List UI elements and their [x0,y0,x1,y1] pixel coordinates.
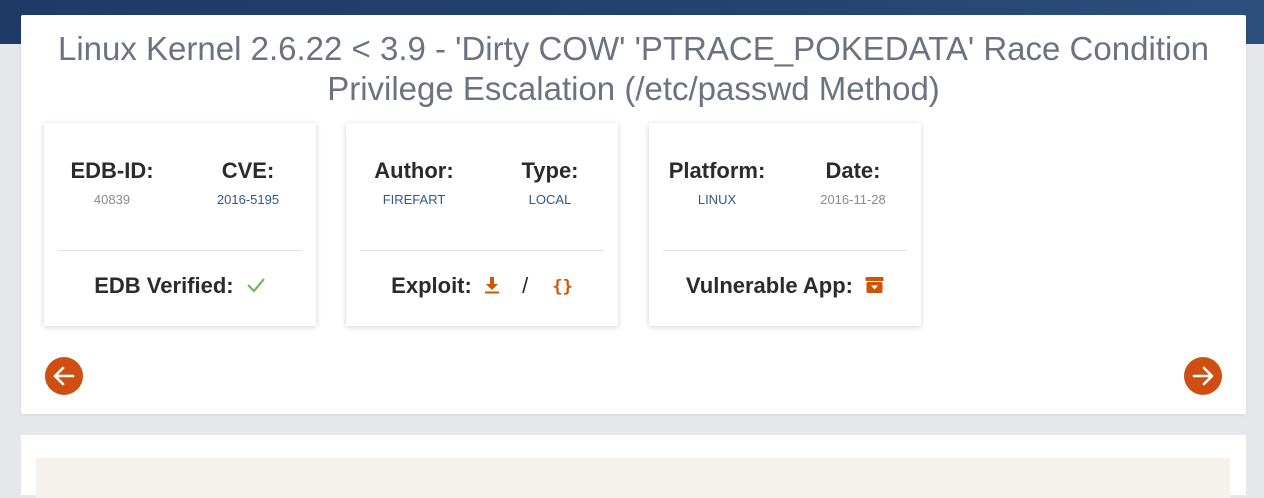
cve-group: CVE: 2016-5195 [188,158,308,208]
type-group: Type: LOCAL [490,158,610,208]
platform-label: Platform: [668,158,766,183]
date-group: Date: 2016-11-28 [793,158,913,208]
platform-link[interactable]: LINUX [657,192,777,208]
check-icon [246,274,266,300]
platform-group: Platform: LINUX [657,158,777,208]
vulnerable-app-row: Vulnerable App: [649,273,921,300]
vulnerable-app-label: Vulnerable App: [685,273,853,298]
author-link[interactable]: FIREFART [354,192,474,208]
exploit-header-card: Linux Kernel 2.6.22 < 3.9 - 'Dirty COW' … [21,15,1246,414]
date-label: Date: [825,158,881,183]
edb-id-group: EDB-ID: 40839 [52,158,172,208]
date-value: 2016-11-28 [820,192,886,207]
code-block[interactable] [36,458,1230,498]
page-title: Linux Kernel 2.6.22 < 3.9 - 'Dirty COW' … [57,30,1209,107]
edb-verified-label: EDB Verified: [94,273,234,298]
info-card-platform: Platform: LINUX Date: 2016-11-28 Vulnera… [649,123,921,326]
next-exploit-button[interactable] [1184,357,1222,395]
exploit-row: Exploit: / {} [346,273,618,300]
separator: / [522,273,529,298]
archive-icon[interactable] [865,274,884,300]
previous-exploit-button[interactable] [45,357,83,395]
divider [360,250,604,251]
cve-label: CVE: [221,158,275,183]
code-braces-icon[interactable]: {} [552,274,572,300]
info-card-author: Author: FIREFART Type: LOCAL Exploit: / … [346,123,618,326]
exploit-label: Exploit: [391,273,472,298]
cve-link[interactable]: 2016-5195 [188,192,308,208]
arrow-left-icon [53,366,75,386]
author-label: Author: [374,158,454,183]
divider [663,250,907,251]
type-label: Type: [521,158,579,183]
edb-id-label: EDB-ID: [70,158,154,183]
exploit-code-card [21,435,1246,498]
info-card-id: EDB-ID: 40839 CVE: 2016-5195 EDB Verifie… [44,123,316,326]
type-link[interactable]: LOCAL [490,192,610,208]
download-icon[interactable] [484,274,500,300]
edb-verified-row: EDB Verified: [44,273,316,300]
edb-id-value: 40839 [93,192,131,207]
author-group: Author: FIREFART [354,158,474,208]
arrow-right-icon [1192,366,1214,386]
divider [58,250,302,251]
